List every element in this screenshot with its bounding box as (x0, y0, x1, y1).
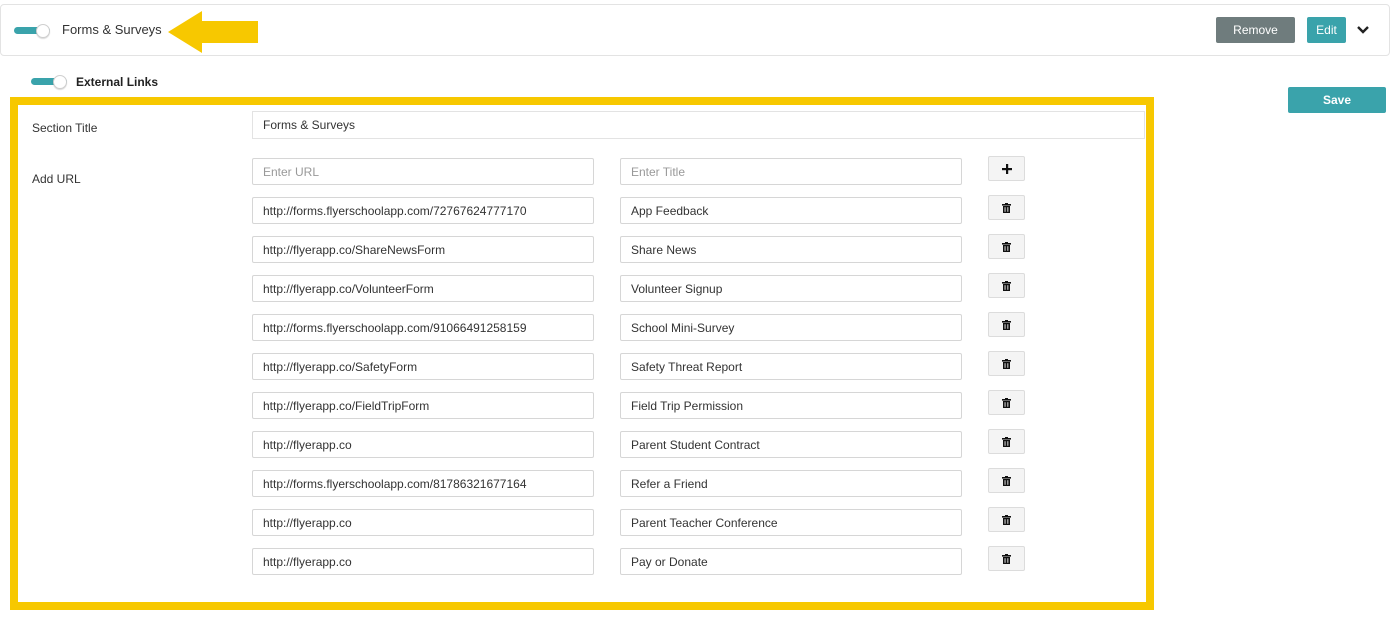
trash-icon (1002, 475, 1011, 486)
link-row (18, 390, 1138, 419)
link-row (18, 234, 1138, 263)
link-row (18, 273, 1138, 302)
section-title-label: Section Title (32, 121, 98, 135)
link-url-input[interactable] (252, 392, 594, 419)
link-row (18, 507, 1138, 536)
link-url-input[interactable] (252, 353, 594, 380)
link-title-input[interactable] (620, 314, 962, 341)
remove-button[interactable]: Remove (1216, 17, 1295, 43)
arrow-left-icon (168, 11, 258, 53)
delete-link-button[interactable] (988, 507, 1025, 532)
link-title-input[interactable] (620, 509, 962, 536)
trash-icon (1002, 397, 1011, 408)
trash-icon (1002, 202, 1011, 213)
link-url-input[interactable] (252, 197, 594, 224)
link-title-input[interactable] (620, 275, 962, 302)
section-title: Forms & Surveys (62, 22, 162, 37)
delete-link-button[interactable] (988, 234, 1025, 259)
toggle-knob (53, 75, 67, 89)
link-row (18, 546, 1138, 575)
link-title-input[interactable] (620, 470, 962, 497)
section-toggle[interactable] (14, 24, 52, 38)
toggle-knob (36, 24, 50, 38)
new-title-input[interactable] (620, 158, 962, 185)
link-title-input[interactable] (620, 392, 962, 419)
add-link-button[interactable] (988, 156, 1025, 181)
delete-link-button[interactable] (988, 429, 1025, 454)
link-url-input[interactable] (252, 509, 594, 536)
trash-icon (1002, 436, 1011, 447)
trash-icon (1002, 553, 1011, 564)
delete-link-button[interactable] (988, 195, 1025, 220)
link-title-input[interactable] (620, 197, 962, 224)
trash-icon (1002, 241, 1011, 252)
plus-icon (1001, 163, 1012, 174)
trash-icon (1002, 319, 1011, 330)
new-link-row (18, 156, 1138, 185)
link-title-input[interactable] (620, 431, 962, 458)
link-url-input[interactable] (252, 236, 594, 263)
link-row (18, 351, 1138, 380)
link-title-input[interactable] (620, 236, 962, 263)
chevron-down-icon[interactable] (1356, 25, 1370, 35)
link-url-input[interactable] (252, 431, 594, 458)
external-links-toggle[interactable] (31, 75, 69, 89)
new-url-input[interactable] (252, 158, 594, 185)
delete-link-button[interactable] (988, 351, 1025, 376)
edit-button[interactable]: Edit (1307, 17, 1346, 43)
link-row (18, 429, 1138, 458)
trash-icon (1002, 514, 1011, 525)
delete-link-button[interactable] (988, 273, 1025, 298)
trash-icon (1002, 358, 1011, 369)
link-url-input[interactable] (252, 470, 594, 497)
delete-link-button[interactable] (988, 546, 1025, 571)
external-links-title: External Links (76, 75, 159, 89)
link-url-input[interactable] (252, 275, 594, 302)
external-links-panel: Section Title Add URL (10, 97, 1154, 610)
link-row (18, 468, 1138, 497)
link-title-input[interactable] (620, 353, 962, 380)
save-button[interactable]: Save (1288, 87, 1386, 113)
delete-link-button[interactable] (988, 390, 1025, 415)
link-row (18, 312, 1138, 341)
delete-link-button[interactable] (988, 312, 1025, 337)
section-title-input[interactable] (252, 111, 1145, 139)
delete-link-button[interactable] (988, 468, 1025, 493)
link-url-input[interactable] (252, 314, 594, 341)
link-url-input[interactable] (252, 548, 594, 575)
link-title-input[interactable] (620, 548, 962, 575)
trash-icon (1002, 280, 1011, 291)
link-row (18, 195, 1138, 224)
